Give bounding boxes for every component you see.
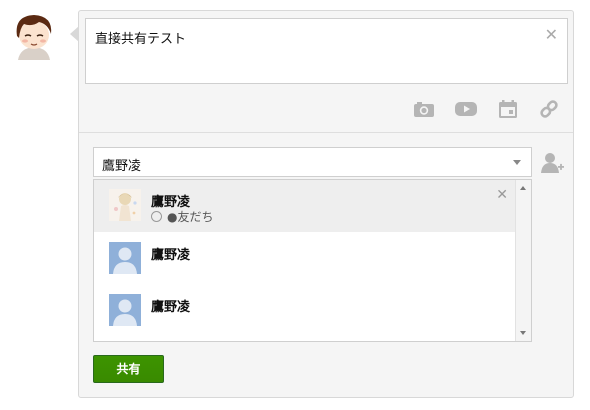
attachment-toolbar [409, 99, 569, 119]
share-button[interactable]: 共有 [93, 355, 164, 383]
close-icon[interactable]: ✕ [496, 187, 508, 203]
share-box: 直接共有テスト ✕ 鷹野凌 鷹野凌 ●友だち ✕ 鷹野凌 鷹野凌 共有 [78, 10, 574, 398]
calendar-icon[interactable] [497, 99, 519, 119]
scroll-down-icon[interactable] [520, 331, 526, 335]
scroll-up-icon[interactable] [520, 186, 526, 190]
share-composer: 直接共有テスト ✕ 鷹野凌 鷹野凌 ●友だち ✕ 鷹野凌 鷹野凌 共有 [0, 0, 590, 410]
default-avatar-icon [109, 242, 141, 274]
post-text: 直接共有テスト [95, 32, 187, 47]
add-person-icon[interactable] [541, 152, 565, 174]
suggestion-circle: ●友だち [151, 208, 213, 225]
suggestion-subtext: ●友だち [167, 210, 214, 224]
default-avatar-icon [109, 294, 141, 326]
user-avatar [8, 10, 60, 60]
link-icon[interactable] [538, 99, 560, 119]
list-item[interactable]: 鷹野凌 ●友だち ✕ [94, 180, 517, 232]
suggestion-name: 鷹野凌 [151, 248, 191, 263]
post-text-input[interactable]: 直接共有テスト ✕ [85, 18, 568, 84]
suggestion-name: 鷹野凌 [151, 300, 191, 315]
recipient-value: 鷹野凌 [102, 159, 142, 174]
camera-icon[interactable] [413, 99, 435, 119]
list-item[interactable]: 鷹野凌 [94, 233, 517, 285]
recipient-suggestions: 鷹野凌 ●友だち ✕ 鷹野凌 鷹野凌 [93, 179, 532, 342]
close-icon[interactable]: ✕ [545, 25, 558, 44]
video-icon[interactable] [454, 99, 477, 119]
chevron-down-icon[interactable] [513, 160, 521, 165]
scrollbar[interactable] [515, 180, 531, 341]
recipient-select[interactable]: 鷹野凌 [93, 147, 532, 177]
list-item[interactable]: 鷹野凌 [94, 285, 517, 337]
circle-icon [151, 211, 162, 222]
divider [79, 132, 573, 133]
avatar [109, 189, 141, 221]
